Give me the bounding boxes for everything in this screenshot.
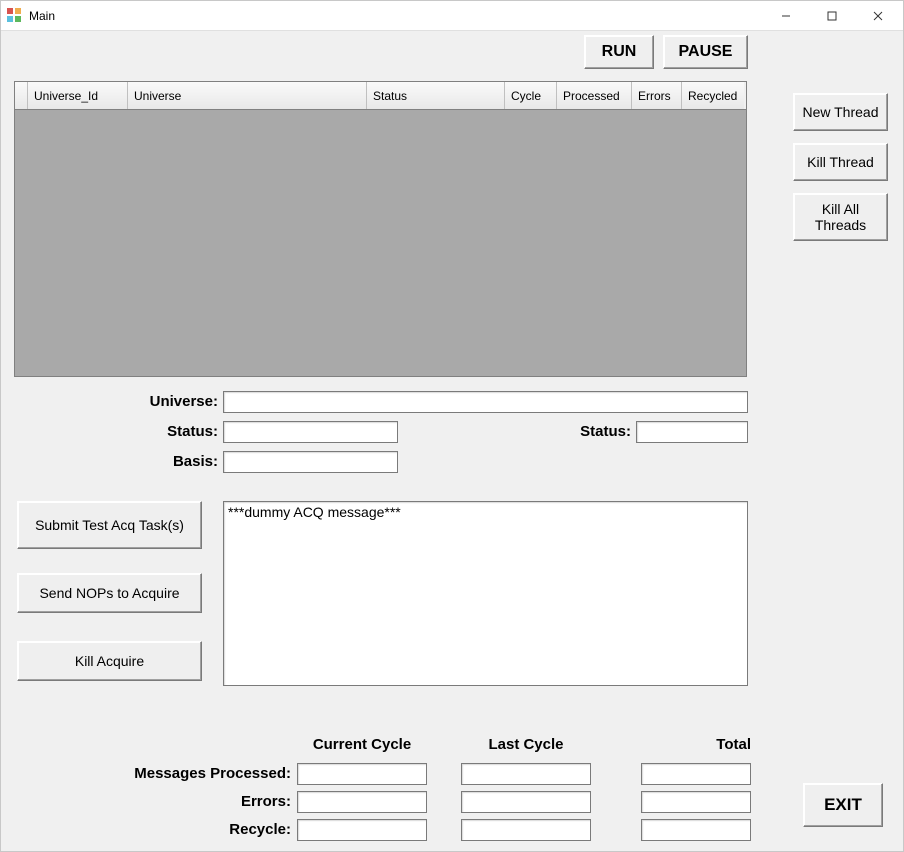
basis-label: Basis: — [121, 453, 218, 470]
recycle-total-field[interactable] — [641, 819, 751, 841]
kill-all-threads-button[interactable]: Kill All Threads — [793, 193, 888, 241]
grid-col-processed[interactable]: Processed — [557, 82, 632, 109]
row-recycle-label: Recycle: — [96, 821, 291, 838]
exit-button[interactable]: EXIT — [803, 783, 883, 827]
send-nops-button[interactable]: Send NOPs to Acquire — [17, 573, 202, 613]
close-icon[interactable] — [855, 1, 901, 31]
grid-col-recycled[interactable]: Recycled — [682, 82, 744, 109]
new-thread-button[interactable]: New Thread — [793, 93, 888, 131]
window-controls — [763, 1, 901, 31]
grid-col-universe[interactable]: Universe — [128, 82, 367, 109]
col-current-cycle: Current Cycle — [297, 736, 427, 753]
kill-acquire-button[interactable]: Kill Acquire — [17, 641, 202, 681]
window-title: Main — [29, 9, 55, 23]
msgs-current-field[interactable] — [297, 763, 427, 785]
grid-col-cycle[interactable]: Cycle — [505, 82, 557, 109]
status2-label: Status: — [551, 423, 631, 440]
universe-field[interactable] — [223, 391, 748, 413]
grid-col-universe-id[interactable]: Universe_Id — [28, 82, 128, 109]
acq-log[interactable]: ***dummy ACQ message*** — [223, 501, 748, 686]
errors-current-field[interactable] — [297, 791, 427, 813]
msgs-last-field[interactable] — [461, 763, 591, 785]
grid-header: Universe_Id Universe Status Cycle Proces… — [15, 82, 746, 110]
col-last-cycle: Last Cycle — [461, 736, 591, 753]
run-button[interactable]: RUN — [584, 35, 654, 69]
client-area: RUN PAUSE Universe_Id Universe Status Cy… — [1, 31, 903, 851]
row-errors-label: Errors: — [96, 793, 291, 810]
thread-grid[interactable]: Universe_Id Universe Status Cycle Proces… — [14, 81, 747, 377]
status-field[interactable] — [223, 421, 398, 443]
pause-button[interactable]: PAUSE — [663, 35, 748, 69]
errors-last-field[interactable] — [461, 791, 591, 813]
main-window: Main RUN PAUSE Universe_Id Universe Stat… — [0, 0, 904, 852]
titlebar: Main — [1, 1, 903, 31]
errors-total-field[interactable] — [641, 791, 751, 813]
status2-field[interactable] — [636, 421, 748, 443]
msgs-total-field[interactable] — [641, 763, 751, 785]
grid-col-status[interactable]: Status — [367, 82, 505, 109]
minimize-icon[interactable] — [763, 1, 809, 31]
recycle-current-field[interactable] — [297, 819, 427, 841]
submit-test-acq-button[interactable]: Submit Test Acq Task(s) — [17, 501, 202, 549]
grid-row-header-col — [15, 82, 28, 109]
maximize-icon[interactable] — [809, 1, 855, 31]
app-icon — [7, 8, 23, 24]
grid-col-errors[interactable]: Errors — [632, 82, 682, 109]
col-total: Total — [641, 736, 751, 753]
status-label: Status: — [121, 423, 218, 440]
kill-thread-button[interactable]: Kill Thread — [793, 143, 888, 181]
recycle-last-field[interactable] — [461, 819, 591, 841]
row-msgs-label: Messages Processed: — [96, 765, 291, 782]
universe-label: Universe: — [121, 393, 218, 410]
basis-field[interactable] — [223, 451, 398, 473]
